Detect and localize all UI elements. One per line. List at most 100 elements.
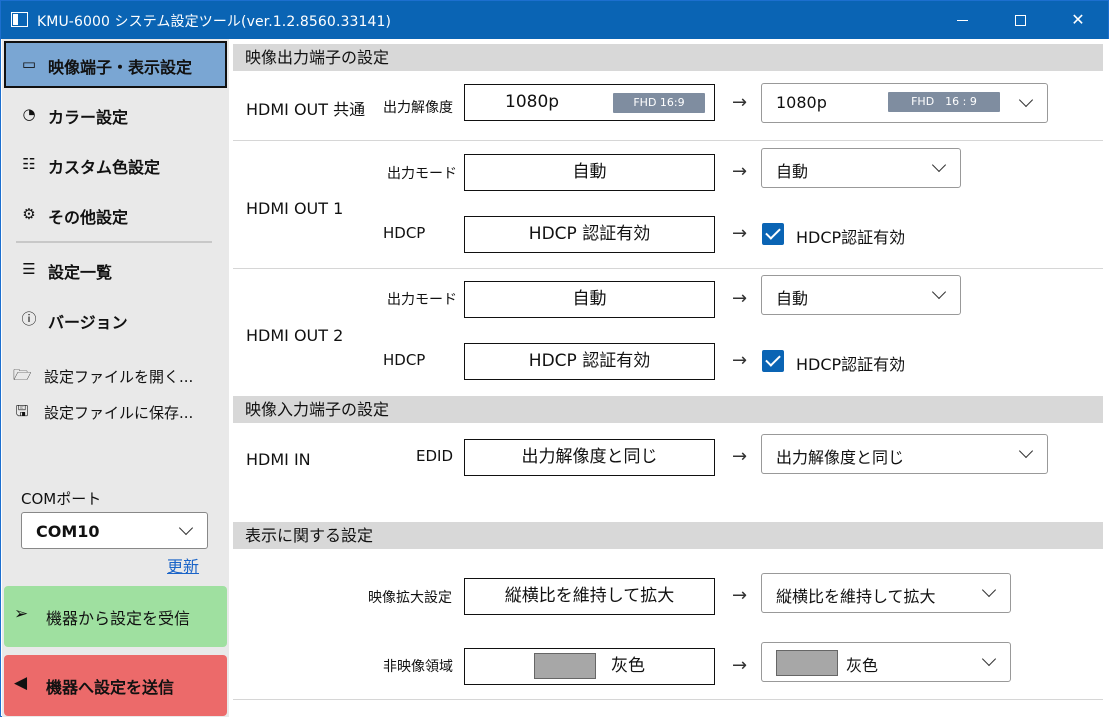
zoom-dropdown[interactable]: 縦横比を維持して拡大 (761, 573, 1011, 613)
row-label-hdmi-out-1: HDMI OUT 1 (246, 199, 344, 218)
out2-hdcp-current: HDCP 認証有効 (464, 343, 715, 380)
maximize-button[interactable] (997, 1, 1043, 39)
out2-mode-current: 自動 (464, 281, 715, 318)
row-label-hdmi-out-2: HDMI OUT 2 (246, 326, 344, 345)
receive-settings-button[interactable]: ➢ 機器から設定を受信 (4, 586, 227, 647)
send-settings-button[interactable]: ◀ 機器へ設定を送信 (4, 655, 227, 716)
separator (233, 268, 1103, 269)
nav-item-other[interactable]: ⚙ その他設定 (4, 191, 227, 238)
nav-item-label: カスタム色設定 (48, 158, 161, 177)
resolution-selected: 1080p (776, 93, 827, 112)
gear-icon: ⚙ (22, 205, 36, 223)
palette-icon: ◔ (22, 105, 36, 123)
save-icon: 🖫 (15, 402, 29, 420)
arrow-icon: → (732, 288, 748, 309)
open-settings-file[interactable]: 🗁 設定ファイルを開く... (2, 361, 229, 391)
send-settings-label: 機器へ設定を送信 (46, 678, 175, 697)
main-panel: 映像出力端子の設定 HDMI OUT 共通 出力解像度 1080p FHD 16… (229, 39, 1109, 717)
chevron-down-icon (1018, 443, 1034, 459)
nav-item-label: カラー設定 (48, 108, 129, 127)
minimize-icon (956, 20, 968, 21)
resolution-selected-badge: FHD 16 : 9 (888, 92, 1000, 112)
out1-hdcp-checkbox[interactable] (762, 223, 784, 245)
nonvideo-dropdown[interactable]: 灰色 (761, 642, 1011, 682)
receive-settings-label: 機器から設定を受信 (46, 609, 191, 628)
out1-mode-current: 自動 (464, 154, 715, 191)
arrow-icon: → (732, 92, 748, 113)
out1-hdcp-check-label: HDCP認証有効 (796, 228, 906, 247)
arrow-icon: → (732, 446, 748, 467)
maximize-icon (1014, 15, 1026, 26)
chevron-down-icon (981, 582, 997, 598)
field-label-output-mode: 出力モード (387, 292, 457, 308)
section-header-output: 映像出力端子の設定 (233, 44, 1103, 71)
sidebar-divider (16, 241, 212, 243)
chevron-down-icon (178, 520, 194, 536)
gray-color-swatch (776, 650, 838, 676)
zoom-current: 縦横比を維持して拡大 (464, 578, 715, 615)
edid-selected: 出力解像度と同じ (776, 448, 905, 467)
nonvideo-current: 灰色 (464, 648, 715, 685)
file-item-label: 設定ファイルに保存... (44, 404, 194, 422)
separator (233, 140, 1103, 141)
close-button[interactable]: ✕ (1055, 1, 1101, 39)
nav-item-custom-color[interactable]: ☷ カスタム色設定 (4, 141, 227, 188)
resolution-dropdown[interactable]: 1080p FHD 16 : 9 (761, 83, 1048, 123)
arrow-icon: → (732, 350, 748, 371)
current-resolution-text: 1080p (505, 92, 560, 112)
field-label-hdcp: HDCP (383, 224, 426, 242)
nonvideo-current-text: 灰色 (611, 656, 645, 676)
separator (233, 699, 1103, 700)
out1-mode-dropdown[interactable]: 自動 (761, 148, 961, 188)
out2-mode-selected: 自動 (776, 289, 809, 308)
arrow-icon: → (732, 223, 748, 244)
title-bar: KMU-6000 システム設定ツール(ver.1.2.8560.33141) ✕ (1, 1, 1108, 39)
chevron-down-icon (931, 284, 947, 300)
nav-item-label: 設定一覧 (48, 263, 113, 282)
info-icon: ⓘ (21, 310, 37, 328)
resolution-badge: FHD 16:9 (613, 93, 705, 113)
nav-item-version[interactable]: ⓘ バージョン (4, 296, 227, 343)
edid-dropdown[interactable]: 出力解像度と同じ (761, 434, 1048, 474)
refresh-link[interactable]: 更新 (167, 553, 199, 577)
nav-item-label: バージョン (48, 313, 128, 332)
minimize-button[interactable] (939, 1, 985, 39)
field-label-nonvideo-area: 非映像領域 (383, 659, 453, 675)
out2-hdcp-check-label: HDCP認証有効 (796, 355, 906, 374)
app-window: KMU-6000 システム設定ツール(ver.1.2.8560.33141) ✕… (0, 0, 1109, 717)
nav-item-label: その他設定 (48, 208, 129, 227)
field-label-edid: EDID (416, 447, 454, 465)
nav-item-label: 映像端子・表示設定 (48, 58, 193, 77)
zoom-selected: 縦横比を維持して拡大 (776, 587, 936, 606)
current-resolution-value: 1080p FHD 16:9 (464, 84, 715, 121)
arrow-icon: → (732, 655, 748, 676)
arrow-icon: → (732, 585, 748, 606)
list-icon: ☰ (22, 260, 36, 278)
com-port-label: COMポート (21, 490, 102, 508)
folder-open-icon: 🗁 (13, 366, 32, 384)
nav-item-settings-list[interactable]: ☰ 設定一覧 (4, 246, 227, 293)
section-header-display: 表示に関する設定 (233, 522, 1103, 549)
row-label-hdmi-out-common: HDMI OUT 共通 (246, 100, 366, 119)
nav-item-color[interactable]: ◔ カラー設定 (4, 91, 227, 138)
com-port-value: COM10 (36, 522, 100, 541)
field-label-output-mode: 出力モード (387, 166, 457, 182)
gray-color-swatch (534, 653, 596, 679)
save-settings-file[interactable]: 🖫 設定ファイルに保存... (2, 397, 229, 427)
field-label-resolution: 出力解像度 (383, 100, 453, 116)
app-icon (11, 12, 28, 27)
arrow-icon: → (732, 161, 748, 182)
chevron-down-icon (981, 651, 997, 667)
nav-item-video-terminal[interactable]: ▭ 映像端子・表示設定 (4, 41, 227, 88)
chevron-down-icon (1018, 92, 1034, 108)
out2-mode-dropdown[interactable]: 自動 (761, 275, 961, 315)
custom-color-icon: ☷ (22, 155, 36, 173)
com-port-select[interactable]: COM10 (21, 512, 208, 549)
file-item-label: 設定ファイルを開く... (44, 368, 194, 386)
out2-hdcp-checkbox[interactable] (762, 350, 784, 372)
section-header-input: 映像入力端子の設定 (233, 396, 1103, 423)
window-title: KMU-6000 システム設定ツール(ver.1.2.8560.33141) (37, 14, 392, 30)
field-label-hdcp: HDCP (383, 351, 426, 369)
row-label-hdmi-in: HDMI IN (246, 450, 311, 469)
close-icon: ✕ (1071, 10, 1085, 29)
